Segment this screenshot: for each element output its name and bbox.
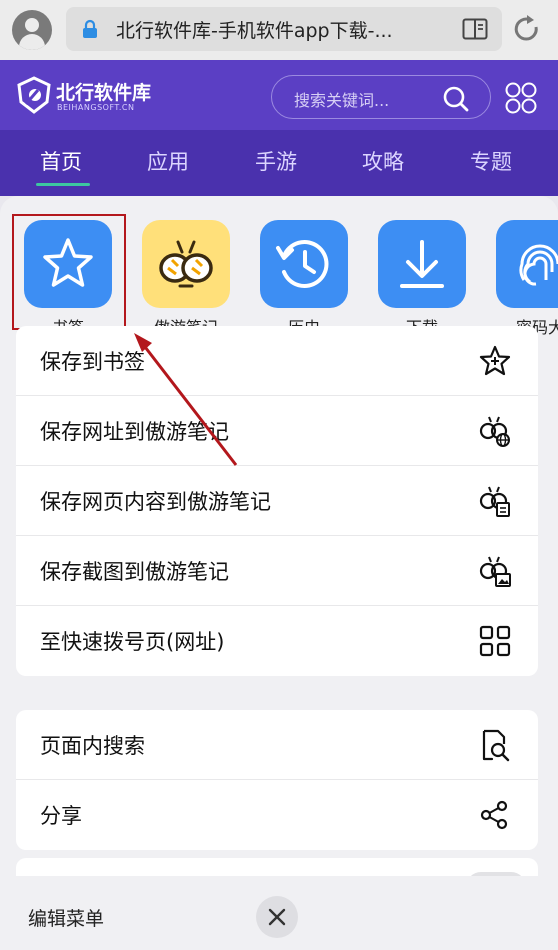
menu-item-save-url-notes[interactable]: 保存网址到傲游笔记: [16, 396, 538, 466]
menu-bottom-bar: 编辑菜单: [0, 876, 558, 950]
lock-icon: [83, 19, 97, 38]
menu-item-label: 分享: [40, 804, 82, 828]
search-placeholder: 搜索关键词...: [294, 91, 390, 110]
search-icon[interactable]: [442, 85, 470, 113]
menu-item-label: 保存截图到傲游笔记: [40, 560, 229, 584]
page-title-text: 北行软件库-手机软件app下载-...: [116, 20, 393, 42]
reader-mode-icon[interactable]: [462, 18, 488, 40]
history-icon: [276, 240, 329, 288]
site-logo-icon[interactable]: [16, 76, 52, 114]
site-search-input[interactable]: 搜索关键词...: [271, 75, 491, 119]
menu-item-speed-dial[interactable]: 至快速拨号页(网址): [16, 606, 538, 676]
nav-topics[interactable]: 专题: [470, 146, 512, 176]
menu-item-save-screenshot-notes[interactable]: 保存截图到傲游笔记: [16, 536, 538, 606]
refresh-icon[interactable]: [510, 13, 542, 45]
nav-home[interactable]: 首页: [40, 146, 82, 176]
grid-icon: [479, 625, 511, 657]
menu-item-label: 保存网址到傲游笔记: [40, 420, 229, 444]
logo-text[interactable]: 北行软件库: [56, 78, 151, 105]
nav-active-indicator: [36, 183, 90, 186]
browser-menu-sheet: 书签 傲游笔记 历史: [0, 196, 558, 950]
menu-item-save-page-notes[interactable]: 保存网页内容到傲游笔记: [16, 466, 538, 536]
password-tile[interactable]: [496, 220, 558, 308]
quick-passwords[interactable]: 密码大: [495, 220, 558, 338]
nav-mobile-games[interactable]: 手游: [255, 146, 297, 176]
close-menu-button[interactable]: [256, 896, 298, 938]
quick-downloads[interactable]: 下载: [377, 220, 467, 338]
page-search-icon: [482, 729, 510, 762]
menu-item-find-in-page[interactable]: 页面内搜索: [16, 710, 538, 780]
fingerprint-icon: [519, 244, 558, 286]
share-icon: [480, 800, 508, 830]
profile-avatar-icon[interactable]: [12, 10, 52, 50]
close-icon: [268, 908, 286, 926]
site-header: 北行软件库 BEIHANGSOFT.CN 搜索关键词...: [0, 60, 558, 130]
menu-card-tools: 页面内搜索 分享: [16, 710, 538, 850]
quick-maxthon-notes[interactable]: 傲游笔记: [141, 220, 231, 338]
bookmark-highlight-box: [12, 214, 126, 330]
bee-icon: [159, 240, 213, 288]
logo-subtitle: BEIHANGSOFT.CN: [57, 103, 135, 112]
download-tile[interactable]: [378, 220, 466, 308]
history-tile[interactable]: [260, 220, 348, 308]
nav-apps[interactable]: 应用: [147, 146, 189, 176]
menu-item-label: 页面内搜索: [40, 734, 145, 758]
menu-item-label: 保存网页内容到傲游笔记: [40, 490, 271, 514]
quick-history[interactable]: 历史: [259, 220, 349, 338]
menu-item-share[interactable]: 分享: [16, 780, 538, 850]
menu-item-label: 至快速拨号页(网址): [40, 630, 225, 654]
bee-globe-icon: [479, 416, 510, 447]
menu-item-save-bookmark[interactable]: 保存到书签: [16, 326, 538, 396]
download-icon: [400, 240, 444, 288]
menu-card-save: 保存到书签 保存网址到傲游笔记 保存网页内容到傲游笔记 保存截图到傲游笔记 至快…: [16, 326, 538, 676]
star-outline-icon: [479, 345, 511, 376]
browser-toolbar: 北行软件库-手机软件app下载-...: [0, 0, 558, 60]
bee-image-icon: [479, 556, 511, 587]
address-bar[interactable]: 北行软件库-手机软件app下载-...: [66, 7, 502, 51]
bee-document-icon: [479, 486, 510, 517]
edit-menu-button[interactable]: 编辑菜单: [28, 904, 104, 931]
site-nav: 首页 应用 手游 攻略 专题: [0, 130, 558, 196]
nav-guides[interactable]: 攻略: [362, 146, 404, 176]
notes-tile[interactable]: [142, 220, 230, 308]
menu-item-label: 保存到书签: [40, 350, 145, 374]
category-grid-icon[interactable]: [504, 81, 538, 115]
